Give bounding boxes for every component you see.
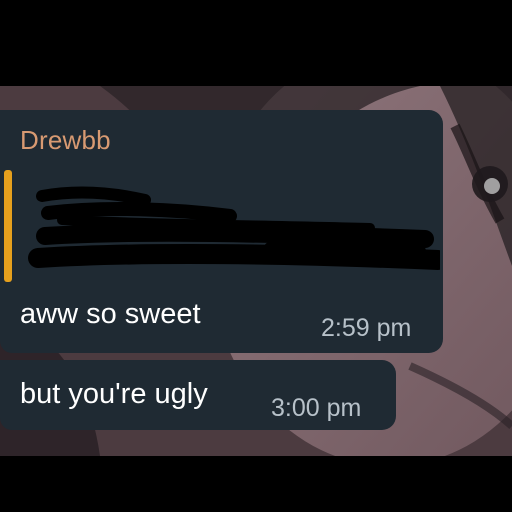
sender-name[interactable]: Drewbb [20,125,111,156]
scribble-redaction-icon [28,186,440,270]
message-text[interactable]: aww so sweet [20,298,201,331]
reply-quote[interactable] [4,170,442,282]
chat-screenshot: Drewbb aww so sweet 2:59 pm but you're u… [0,0,512,512]
message-timestamp: 2:59 pm [321,314,412,342]
message-timestamp: 3:00 pm [271,394,362,422]
reply-accent-bar [4,170,12,282]
message-text[interactable]: but you're ugly [20,378,208,411]
